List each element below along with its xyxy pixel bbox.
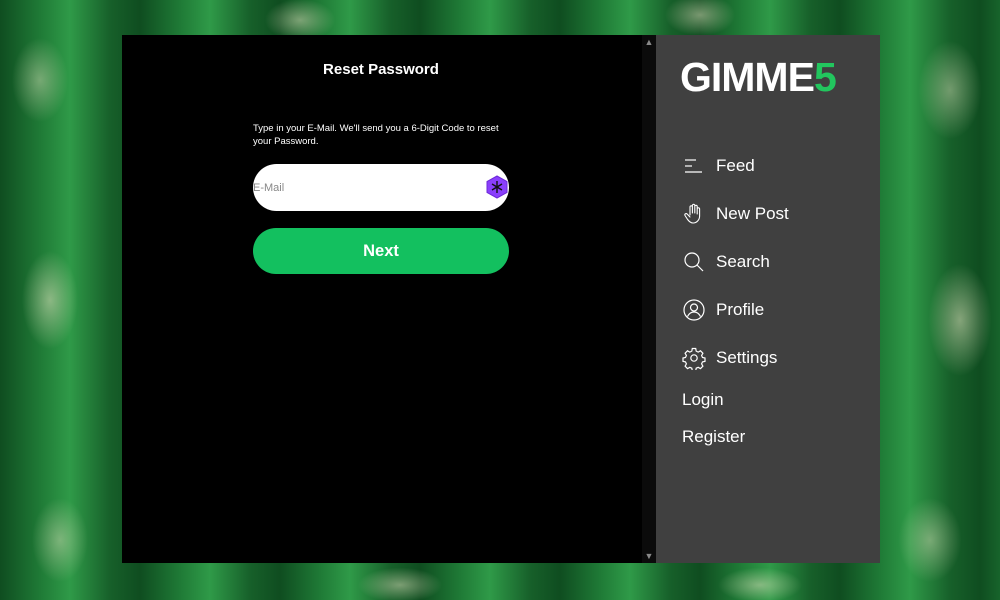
reset-password-panel: Reset Password Type in your E-Mail. We'l… <box>122 35 642 563</box>
email-field[interactable] <box>253 164 473 211</box>
next-button[interactable]: Next <box>253 228 509 274</box>
feed-icon <box>682 154 706 178</box>
instructions-text: Type in your E-Mail. We'll send you a 6-… <box>253 123 499 147</box>
hand-icon <box>682 202 706 226</box>
app-window: Reset Password Type in your E-Mail. We'l… <box>122 35 880 563</box>
profile-icon <box>682 298 706 322</box>
logo-text: GIMME <box>680 54 815 100</box>
gear-icon <box>682 346 706 370</box>
scroll-up-arrow-icon[interactable]: ▲ <box>642 35 656 49</box>
nav-label-profile: Profile <box>716 300 765 319</box>
page-title: Reset Password <box>323 61 439 78</box>
nav-item-feed[interactable]: Feed <box>682 151 755 181</box>
nav-item-settings[interactable]: Settings <box>682 343 777 373</box>
search-icon <box>682 250 706 274</box>
nav-label-feed: Feed <box>716 156 755 175</box>
nav-label-new-post: New Post <box>716 204 789 223</box>
scroll-down-arrow-icon[interactable]: ▼ <box>642 549 656 563</box>
nav-item-profile[interactable]: Profile <box>682 295 764 325</box>
password-manager-icon[interactable] <box>486 175 508 199</box>
gimme5-logo[interactable]: GIMME5 <box>680 51 837 103</box>
nav-item-search[interactable]: Search <box>682 247 770 277</box>
scrollbar[interactable]: ▲ ▼ <box>642 35 656 563</box>
email-field-container <box>253 164 509 211</box>
nav-label-settings: Settings <box>716 348 778 367</box>
nav-item-new-post[interactable]: New Post <box>682 199 789 229</box>
register-link[interactable]: Register <box>682 422 745 452</box>
nav-label-search: Search <box>716 252 770 271</box>
login-link[interactable]: Login <box>682 385 724 415</box>
logo-accent-text: 5 <box>813 54 837 100</box>
sidebar: GIMME5 Feed New Post Search Profile Sett… <box>656 35 880 563</box>
